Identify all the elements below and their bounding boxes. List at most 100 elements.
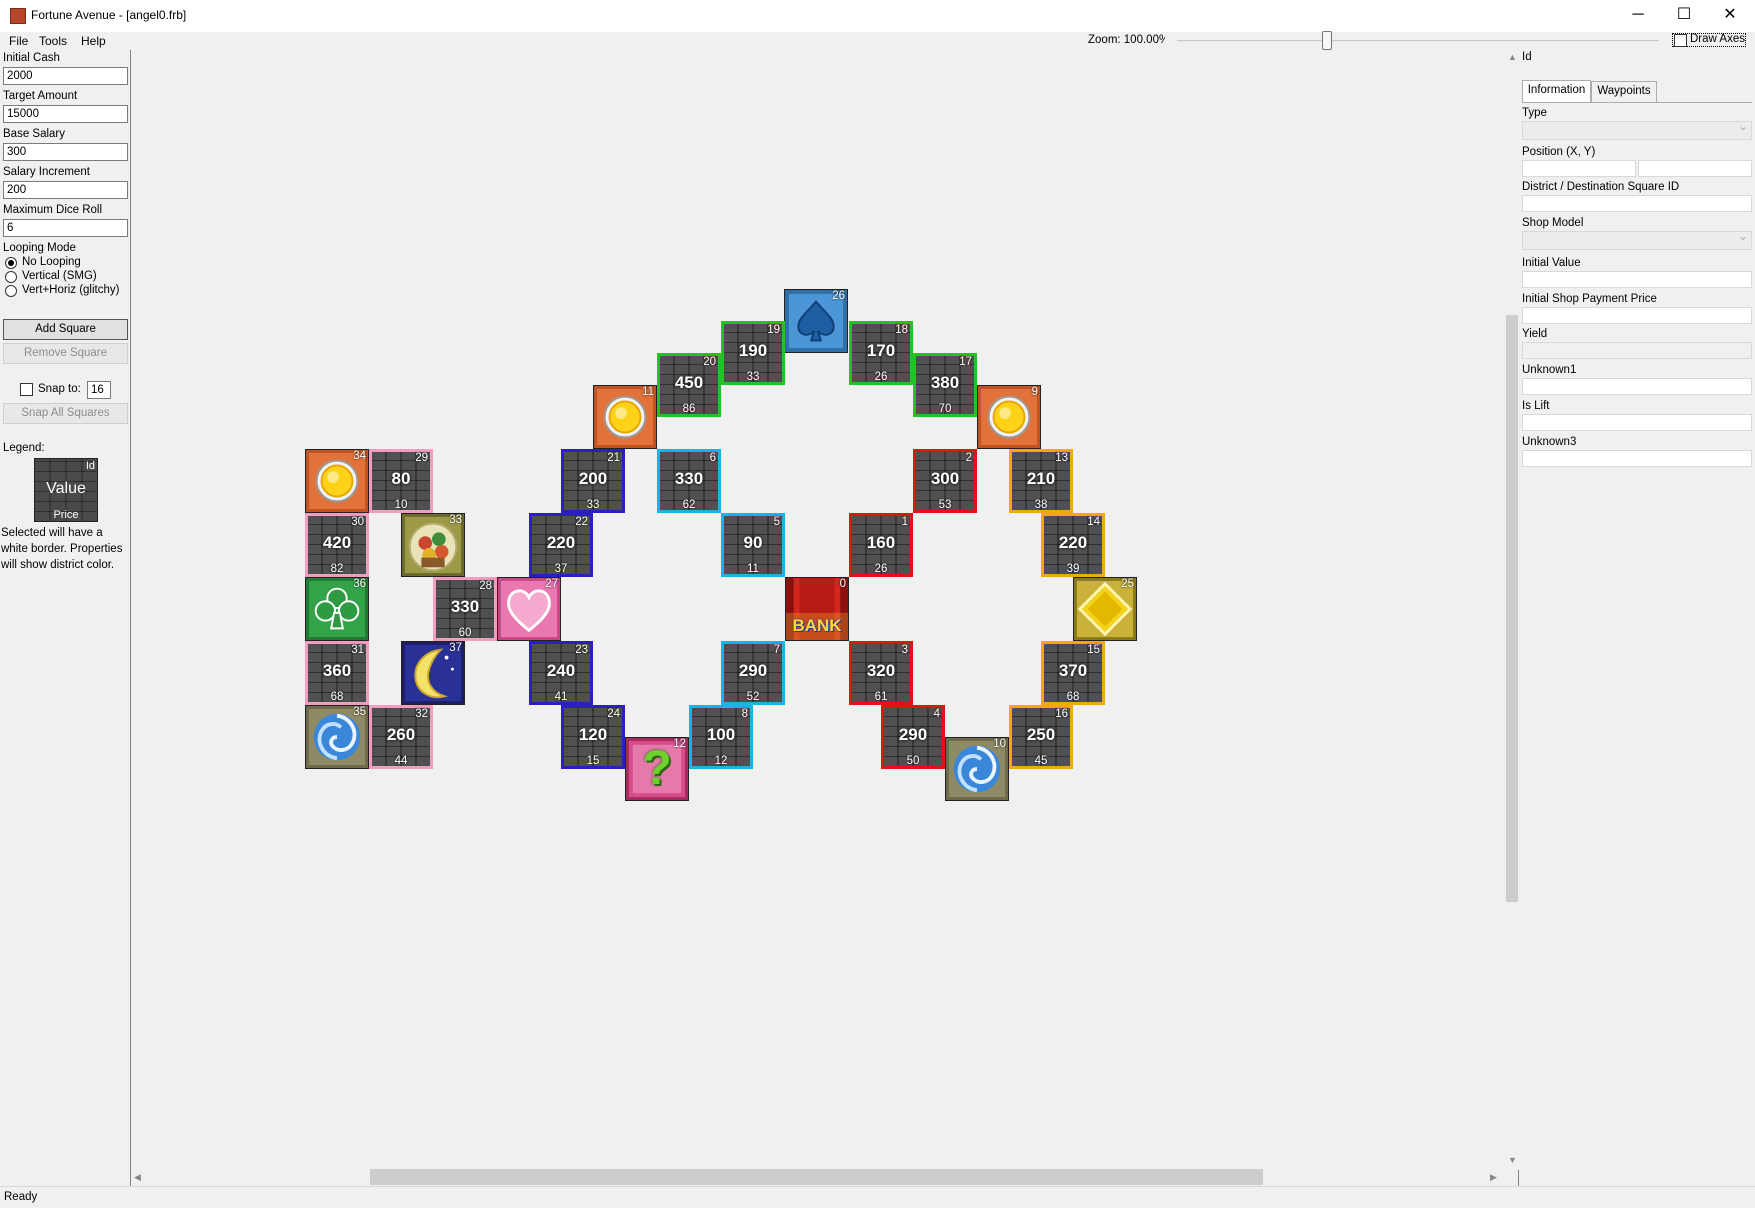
- board-square[interactable]: 14 220 39: [1041, 513, 1105, 577]
- close-button[interactable]: ✕: [1707, 0, 1753, 32]
- menu-help[interactable]: Help: [81, 34, 106, 48]
- shop-model-select[interactable]: [1522, 229, 1752, 250]
- board-square[interactable]: 17 380 70: [913, 353, 977, 417]
- snap-value-input[interactable]: 16: [87, 381, 111, 399]
- board-square[interactable]: 25: [1073, 577, 1137, 641]
- unknown3-input[interactable]: [1522, 450, 1752, 467]
- is-lift-input[interactable]: [1522, 414, 1752, 431]
- square-value: 330: [450, 597, 480, 616]
- board-square[interactable]: 34: [305, 449, 369, 513]
- square-price: 86: [682, 403, 696, 415]
- square-price: 33: [586, 499, 600, 511]
- maximize-button[interactable]: ☐: [1661, 0, 1707, 32]
- unknown1-input[interactable]: [1522, 378, 1752, 395]
- board-square[interactable]: 5 90 11: [721, 513, 785, 577]
- target-amount-input[interactable]: 15000: [3, 105, 128, 123]
- board-square[interactable]: 2 300 53: [913, 449, 977, 513]
- board-square[interactable]: 21 200 33: [561, 449, 625, 513]
- board-square[interactable]: 12 ?: [625, 737, 689, 801]
- board-square[interactable]: 37: [401, 641, 465, 705]
- square-value: 260: [386, 725, 416, 744]
- square-value: 290: [898, 725, 928, 744]
- board-square[interactable]: 9: [977, 385, 1041, 449]
- board-square[interactable]: 10: [945, 737, 1009, 801]
- legend-square: Id Value Price: [34, 458, 98, 522]
- board-square[interactable]: 30 420 82: [305, 513, 369, 577]
- snap-all-button[interactable]: Snap All Squares: [3, 403, 128, 424]
- board-square[interactable]: 16 250 45: [1009, 705, 1073, 769]
- square-price: 60: [458, 627, 472, 639]
- looping-radio-both[interactable]: [5, 285, 17, 297]
- board-square[interactable]: 6 330 62: [657, 449, 721, 513]
- board-square[interactable]: 22 220 37: [529, 513, 593, 577]
- add-square-button[interactable]: Add Square: [3, 319, 128, 340]
- scroll-down-icon[interactable]: ▼: [1508, 1155, 1517, 1165]
- unknown3-label: Unknown3: [1522, 436, 1577, 448]
- square-price: 41: [554, 691, 568, 703]
- looping-radio-vertical[interactable]: [5, 271, 17, 283]
- initial-cash-input[interactable]: 2000: [3, 67, 128, 85]
- board-square[interactable]: 31 360 68: [305, 641, 369, 705]
- scroll-right-icon[interactable]: ▶: [1490, 1172, 1497, 1183]
- board-square[interactable]: 24 120 15: [561, 705, 625, 769]
- max-dice-input[interactable]: 6: [3, 219, 128, 237]
- square-id: 36: [353, 578, 366, 590]
- vertical-scrollbar-thumb[interactable]: [1506, 315, 1518, 902]
- title-bar: Fortune Avenue - [angel0.frb] ─ ☐ ✕: [0, 0, 1755, 32]
- salary-increment-input[interactable]: 200: [3, 181, 128, 199]
- board-square[interactable]: 0 BANK: [785, 577, 849, 641]
- position-x-input[interactable]: [1522, 160, 1636, 177]
- square-price: 82: [330, 563, 344, 575]
- type-select[interactable]: [1522, 119, 1752, 140]
- square-id: 14: [1087, 516, 1100, 528]
- board-square[interactable]: 20 450 86: [657, 353, 721, 417]
- district-input[interactable]: [1522, 195, 1752, 212]
- initial-value-input[interactable]: [1522, 271, 1752, 288]
- board-square[interactable]: 19 190 33: [721, 321, 785, 385]
- menu-tools[interactable]: Tools: [39, 34, 67, 48]
- board-square[interactable]: 26: [784, 289, 848, 353]
- board-square[interactable]: 28 330 60: [433, 577, 497, 641]
- board-square[interactable]: 1 160 26: [849, 513, 913, 577]
- board-square[interactable]: 13 210 38: [1009, 449, 1073, 513]
- board-square[interactable]: 18 170 26: [849, 321, 913, 385]
- zoom-slider[interactable]: [1177, 40, 1659, 42]
- snap-checkbox[interactable]: [20, 383, 33, 396]
- board-square[interactable]: 23 240 41: [529, 641, 593, 705]
- board-square[interactable]: 3 320 61: [849, 641, 913, 705]
- remove-square-button[interactable]: Remove Square: [3, 343, 128, 364]
- board-canvas[interactable]: 26 19 190 33 18 170 26 20 450 86 17 380 …: [130, 50, 1519, 1186]
- board-square[interactable]: 4 290 50: [881, 705, 945, 769]
- menu-file[interactable]: File: [9, 34, 28, 48]
- horizontal-scrollbar-thumb[interactable]: [370, 1169, 1263, 1185]
- board-square[interactable]: 27: [497, 577, 561, 641]
- initial-shop-price-input[interactable]: [1522, 307, 1752, 324]
- bank-label: BANK: [792, 616, 842, 635]
- board-square[interactable]: 7 290 52: [721, 641, 785, 705]
- base-salary-input[interactable]: 300: [3, 143, 128, 161]
- minimize-button[interactable]: ─: [1615, 0, 1661, 32]
- square-id: 10: [993, 738, 1006, 750]
- tab-waypoints[interactable]: Waypoints: [1591, 81, 1657, 103]
- square-price: 62: [682, 499, 696, 511]
- type-label: Type: [1522, 107, 1547, 119]
- board-square[interactable]: 32 260 44: [369, 705, 433, 769]
- board-square[interactable]: 11: [593, 385, 657, 449]
- square-id: 37: [449, 642, 462, 654]
- position-y-input[interactable]: [1638, 160, 1752, 177]
- board-square[interactable]: 8 100 12: [689, 705, 753, 769]
- square-id: 0: [839, 578, 846, 590]
- scroll-up-icon[interactable]: ▲: [1508, 52, 1517, 62]
- board-square[interactable]: 29 80 10: [369, 449, 433, 513]
- square-id: 11: [642, 386, 654, 398]
- board-square[interactable]: 33: [401, 513, 465, 577]
- square-id: 34: [353, 450, 366, 462]
- board-square[interactable]: 15 370 68: [1041, 641, 1105, 705]
- looping-radio-none[interactable]: [5, 257, 17, 269]
- tab-information[interactable]: Information: [1522, 80, 1591, 103]
- scroll-left-icon[interactable]: ◀: [134, 1172, 141, 1183]
- board-square[interactable]: 36: [305, 577, 369, 641]
- board-square[interactable]: 35: [305, 705, 369, 769]
- zoom-slider-thumb[interactable]: [1322, 31, 1332, 50]
- draw-axes-checkbox[interactable]: [1674, 34, 1687, 47]
